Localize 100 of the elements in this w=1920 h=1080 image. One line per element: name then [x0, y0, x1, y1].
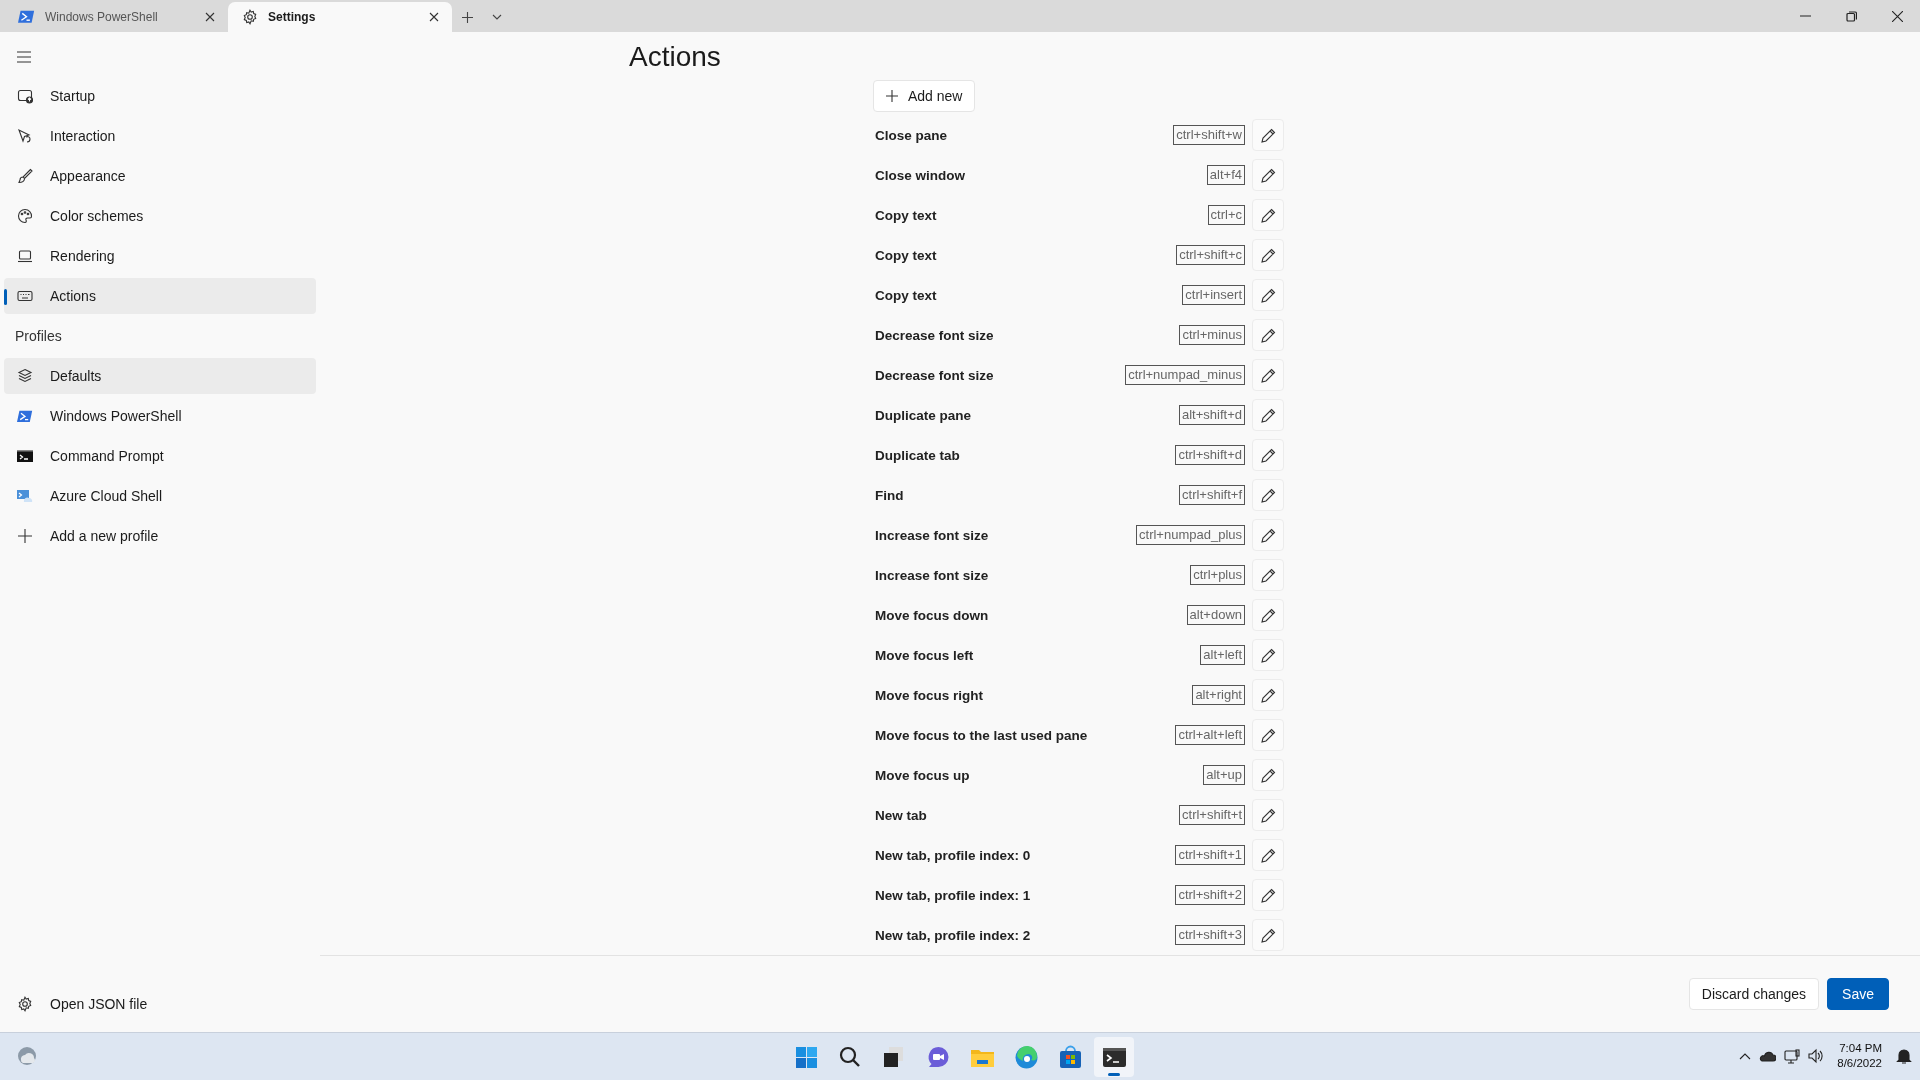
- pencil-icon: [1260, 287, 1276, 303]
- key-binding: alt+left: [1200, 645, 1245, 665]
- key-binding: ctrl+shift+3: [1175, 925, 1245, 945]
- nav-item[interactable]: Interaction: [4, 118, 316, 154]
- key-binding: ctrl+shift+2: [1175, 885, 1245, 905]
- notification-icon[interactable]: [1896, 1048, 1912, 1064]
- pencil-icon: [1260, 887, 1276, 903]
- nav-item[interactable]: Command Prompt: [4, 438, 316, 474]
- action-name: Increase font size: [874, 567, 990, 583]
- edit-button[interactable]: [1252, 279, 1284, 311]
- edit-button[interactable]: [1252, 759, 1284, 791]
- cloud-terminal-icon: [16, 489, 34, 503]
- action-name: New tab: [874, 807, 928, 823]
- tab[interactable]: Settings: [228, 2, 452, 32]
- pencil-icon: [1260, 527, 1276, 543]
- edit-button[interactable]: [1252, 879, 1284, 911]
- edit-button[interactable]: [1252, 679, 1284, 711]
- laptop-icon: [16, 248, 34, 264]
- plus-icon: [886, 90, 898, 102]
- menu-icon[interactable]: [16, 50, 32, 64]
- edit-button[interactable]: [1252, 239, 1284, 271]
- edit-button[interactable]: [1252, 799, 1284, 831]
- nav-item[interactable]: Startup: [4, 78, 316, 114]
- action-name: Increase font size: [874, 527, 990, 543]
- edit-button[interactable]: [1252, 119, 1284, 151]
- selection-indicator: [4, 289, 7, 305]
- key-binding: ctrl+c: [1207, 205, 1245, 225]
- terminal-icon: [16, 409, 34, 423]
- chevron-up-icon[interactable]: [1739, 1051, 1752, 1061]
- edit-button[interactable]: [1252, 399, 1284, 431]
- key-binding: alt+f4: [1206, 165, 1245, 185]
- pencil-icon: [1260, 847, 1276, 863]
- edit-button[interactable]: [1252, 559, 1284, 591]
- nav-item[interactable]: Appearance: [4, 158, 316, 194]
- edit-button[interactable]: [1252, 319, 1284, 351]
- nav-item[interactable]: Defaults: [4, 358, 316, 394]
- edit-button[interactable]: [1252, 919, 1284, 951]
- taskbar-app[interactable]: [1094, 1037, 1134, 1077]
- edit-button[interactable]: [1252, 519, 1284, 551]
- edit-button[interactable]: [1252, 639, 1284, 671]
- key-binding: ctrl+shift+c: [1176, 245, 1245, 265]
- pencil-icon: [1260, 367, 1276, 383]
- edit-button[interactable]: [1252, 839, 1284, 871]
- key-binding: alt+right: [1192, 685, 1245, 705]
- pencil-icon: [1260, 567, 1276, 583]
- key-binding: ctrl+alt+left: [1175, 725, 1245, 745]
- edit-button[interactable]: [1252, 599, 1284, 631]
- edit-button[interactable]: [1252, 719, 1284, 751]
- key-binding: ctrl+shift+1: [1175, 845, 1245, 865]
- monitor-icon: [16, 88, 34, 104]
- action-name: Close window: [874, 167, 966, 183]
- page-title: Actions: [629, 41, 722, 74]
- plus-icon: [16, 529, 34, 543]
- edit-button[interactable]: [1252, 479, 1284, 511]
- cloud-icon[interactable]: [1759, 1049, 1777, 1063]
- nav-item[interactable]: Color schemes: [4, 198, 316, 234]
- edit-button[interactable]: [1252, 359, 1284, 391]
- pencil-icon: [1260, 927, 1276, 943]
- edit-button[interactable]: [1252, 199, 1284, 231]
- action-name: Decrease font size: [874, 367, 995, 383]
- action-name: New tab, profile index: 0: [874, 847, 1032, 863]
- pencil-icon: [1260, 487, 1276, 503]
- tab-label: Settings: [268, 10, 317, 24]
- nav-item[interactable]: Actions: [4, 278, 316, 314]
- edit-button[interactable]: [1252, 159, 1284, 191]
- tab[interactable]: Windows PowerShell: [4, 2, 228, 32]
- clock-date: 8/6/2022: [1837, 1056, 1882, 1071]
- speaker-icon[interactable]: [1808, 1048, 1824, 1064]
- action-name: Decrease font size: [874, 327, 995, 343]
- settings-icon: [242, 9, 258, 25]
- nav-item[interactable]: Add a new profile: [4, 518, 316, 554]
- action-name: New tab, profile index: 1: [874, 887, 1032, 903]
- pencil-icon: [1260, 607, 1276, 623]
- network-icon[interactable]: [1784, 1048, 1801, 1064]
- pencil-icon: [1260, 247, 1276, 263]
- key-binding: ctrl+shift+t: [1179, 805, 1245, 825]
- edit-button[interactable]: [1252, 439, 1284, 471]
- key-binding: ctrl+minus: [1179, 325, 1245, 345]
- nav-item[interactable]: Azure Cloud Shell: [4, 478, 316, 514]
- nav-item[interactable]: Rendering: [4, 238, 316, 274]
- add-new-button[interactable]: Add new: [873, 80, 976, 112]
- tab-label: Windows PowerShell: [45, 10, 159, 24]
- console-icon: [16, 450, 34, 462]
- settings-icon: [16, 996, 34, 1012]
- action-name: Move focus to the last used pane: [874, 727, 1089, 743]
- pencil-icon: [1260, 447, 1276, 463]
- key-binding: alt+up: [1203, 765, 1245, 785]
- pencil-icon: [1260, 647, 1276, 663]
- pencil-icon: [1260, 807, 1276, 823]
- nav-item[interactable]: Windows PowerShell: [4, 398, 316, 434]
- open-json-button[interactable]: Open JSON file: [4, 986, 316, 1022]
- action-name: Copy text: [874, 247, 938, 263]
- action-name: Move focus up: [874, 767, 971, 783]
- action-name: Move focus right: [874, 687, 984, 703]
- discard-button[interactable]: Discard changes: [1688, 978, 1820, 1010]
- save-button[interactable]: Save: [1827, 978, 1889, 1010]
- action-name: Find: [874, 487, 905, 503]
- pencil-icon: [1260, 767, 1276, 783]
- action-name: Copy text: [874, 287, 938, 303]
- action-name: Copy text: [874, 207, 938, 223]
